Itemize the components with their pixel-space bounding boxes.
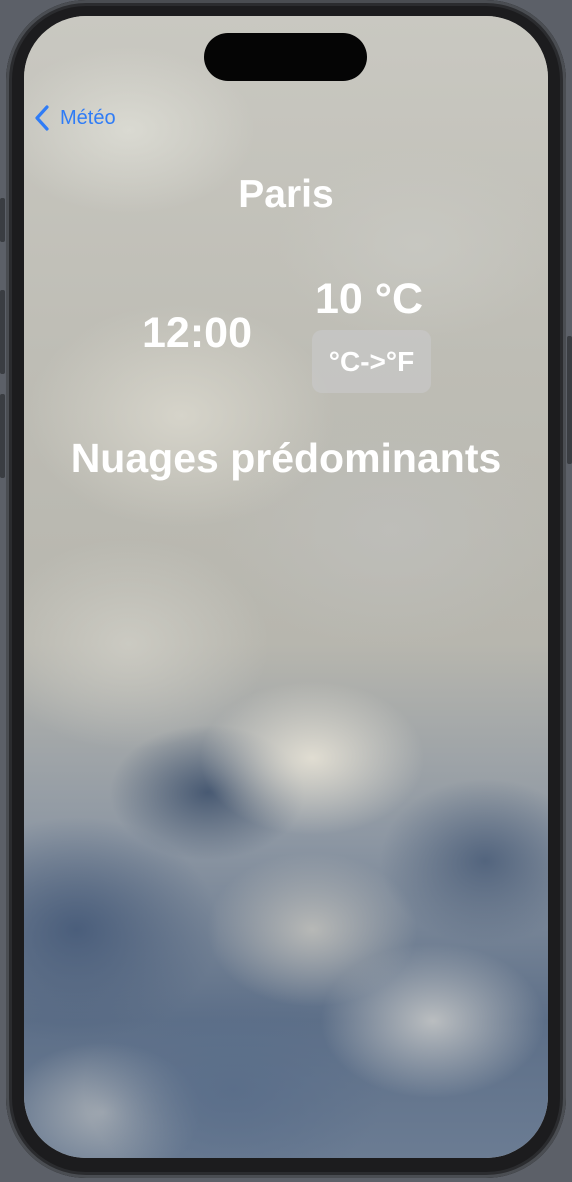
unit-toggle-button[interactable]: °C->°F bbox=[312, 330, 431, 393]
app-screen: Météo Paris 12:00 10 °C °C->°F Nuages pr… bbox=[24, 16, 548, 1158]
device: Météo Paris 12:00 10 °C °C->°F Nuages pr… bbox=[0, 0, 572, 1182]
volume-down-button bbox=[0, 394, 5, 478]
city-name: Paris bbox=[238, 173, 334, 216]
dynamic-island bbox=[204, 33, 367, 81]
action-button bbox=[0, 198, 5, 242]
weather-condition: Nuages prédominants bbox=[70, 435, 502, 481]
volume-up-button bbox=[0, 290, 5, 374]
local-time: 12:00 bbox=[142, 309, 252, 357]
back-button-label: Météo bbox=[60, 106, 116, 129]
temperature-value: 10 °C bbox=[314, 275, 424, 323]
power-button bbox=[567, 336, 572, 464]
back-button[interactable]: Météo bbox=[34, 104, 116, 132]
chevron-left-icon bbox=[34, 105, 50, 131]
